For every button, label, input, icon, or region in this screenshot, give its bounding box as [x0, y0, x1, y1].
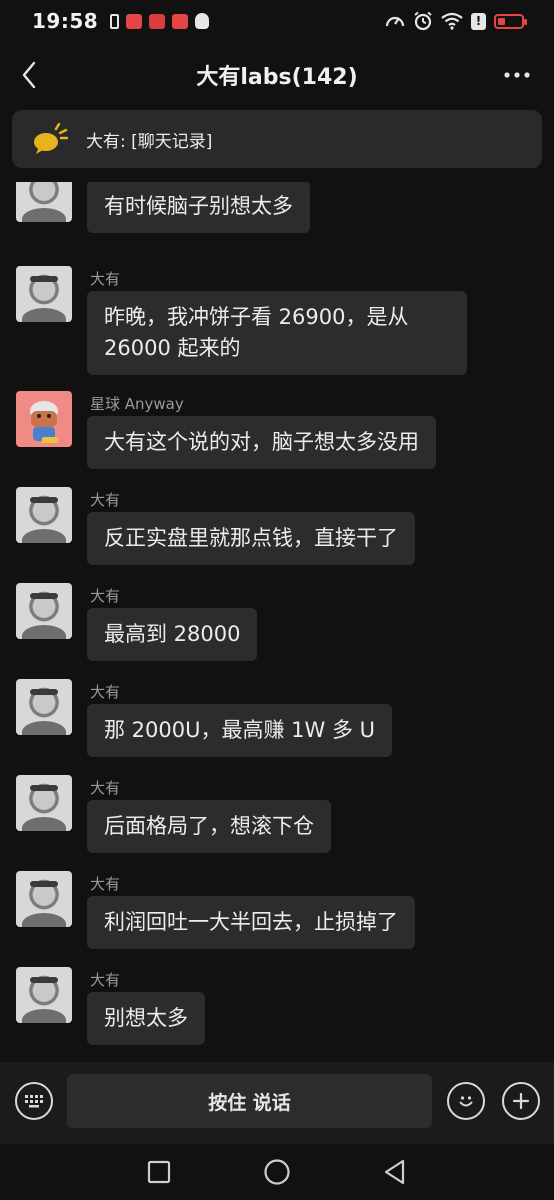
emoji-button[interactable] [447, 1082, 485, 1120]
sender-name: 大有 [90, 875, 121, 893]
qq-icon [195, 13, 210, 29]
recent-apps-icon [147, 1160, 171, 1184]
message-bubble[interactable]: 最高到 28000 [87, 608, 258, 661]
message-bubble[interactable]: 反正实盘里就那点钱，直接干了 [87, 512, 415, 565]
avatar[interactable] [16, 487, 72, 543]
sender-name: 大有 [90, 270, 121, 288]
home-button[interactable] [263, 1158, 291, 1186]
announcement-icon [34, 123, 68, 154]
sender-name: 大有 [90, 587, 121, 605]
avatar[interactable] [16, 679, 72, 735]
hold-to-talk-button[interactable]: 按住 说话 [67, 1074, 432, 1128]
keyboard-button[interactable] [15, 1082, 53, 1120]
avatar[interactable] [16, 266, 72, 322]
sender-name: 大有 [90, 683, 121, 701]
wifi-icon [441, 12, 463, 30]
avatar[interactable] [16, 391, 72, 447]
emoji-icon [459, 1096, 473, 1107]
battery-level [498, 17, 505, 25]
plus-button[interactable] [502, 1082, 540, 1120]
avatar[interactable] [16, 967, 72, 1023]
sender-name: 大有 [90, 779, 121, 797]
cartoon-avatar-icon [30, 401, 58, 443]
input-bar: 按住 说话 [0, 1062, 554, 1144]
keyboard-icon [25, 1095, 43, 1108]
avatar[interactable] [16, 871, 72, 927]
home-icon [264, 1159, 290, 1185]
pinned-text: 大有: [聊天记录] [86, 131, 213, 152]
message-bubble[interactable]: 昨晚，我冲饼子看 26900，是从 26000 起来的 [87, 291, 467, 375]
back-triangle-icon [384, 1159, 405, 1185]
message-list: 有时候脑子别想太多 大有 昨晚，我冲饼子看 26900，是从 26000 起来的… [0, 182, 554, 1062]
more-dots-icon [504, 72, 530, 78]
message-bubble[interactable]: 利润回吐一大半回去，止损掉了 [87, 896, 415, 949]
message-bubble[interactable]: 有时候脑子别想太多 [87, 182, 310, 233]
app-notification-icon [126, 13, 143, 29]
status-bar: 19:58 ! [0, 0, 554, 42]
app-notification-icon [149, 13, 166, 29]
system-nav-bar [0, 1144, 554, 1200]
battery-icon [494, 13, 527, 29]
app-notification-icon [172, 13, 189, 29]
status-right-icons: ! [385, 11, 527, 31]
chat-screen: 19:58 ! 大有labs(142) 大有: [聊天记录] 有时候脑子别想太多… [0, 0, 554, 1200]
sender-name: 星球 Anyway [90, 395, 184, 413]
message-bubble[interactable]: 后面格局了，想滚下仓 [87, 800, 331, 853]
message-bubble[interactable]: 大有这个说的对，脑子想太多没用 [87, 416, 436, 469]
battery-small-icon [110, 13, 120, 29]
sender-name: 大有 [90, 971, 121, 989]
title-bar: 大有labs(142) [0, 42, 554, 108]
avatar[interactable] [16, 775, 72, 831]
nav-back-button[interactable] [381, 1158, 409, 1186]
avatar[interactable] [16, 583, 72, 639]
more-button[interactable] [502, 60, 532, 90]
sender-name: 大有 [90, 491, 121, 509]
pinned-announcement[interactable]: 大有: [聊天记录] [12, 110, 542, 168]
plus-icon [512, 1092, 530, 1110]
alarm-icon [414, 11, 432, 31]
recent-apps-button[interactable] [145, 1158, 173, 1186]
alert-icon: ! [471, 12, 486, 30]
status-time: 19:58 [32, 9, 99, 33]
back-button[interactable] [14, 58, 44, 92]
status-left-icons [110, 13, 210, 29]
message-bubble[interactable]: 那 2000U，最高赚 1W 多 U [87, 704, 393, 757]
message-bubble[interactable]: 别想太多 [87, 992, 205, 1045]
speed-icon [385, 16, 405, 27]
chat-title: 大有labs(142) [196, 65, 358, 90]
chevron-left-icon [22, 61, 36, 89]
avatar[interactable] [16, 182, 72, 222]
